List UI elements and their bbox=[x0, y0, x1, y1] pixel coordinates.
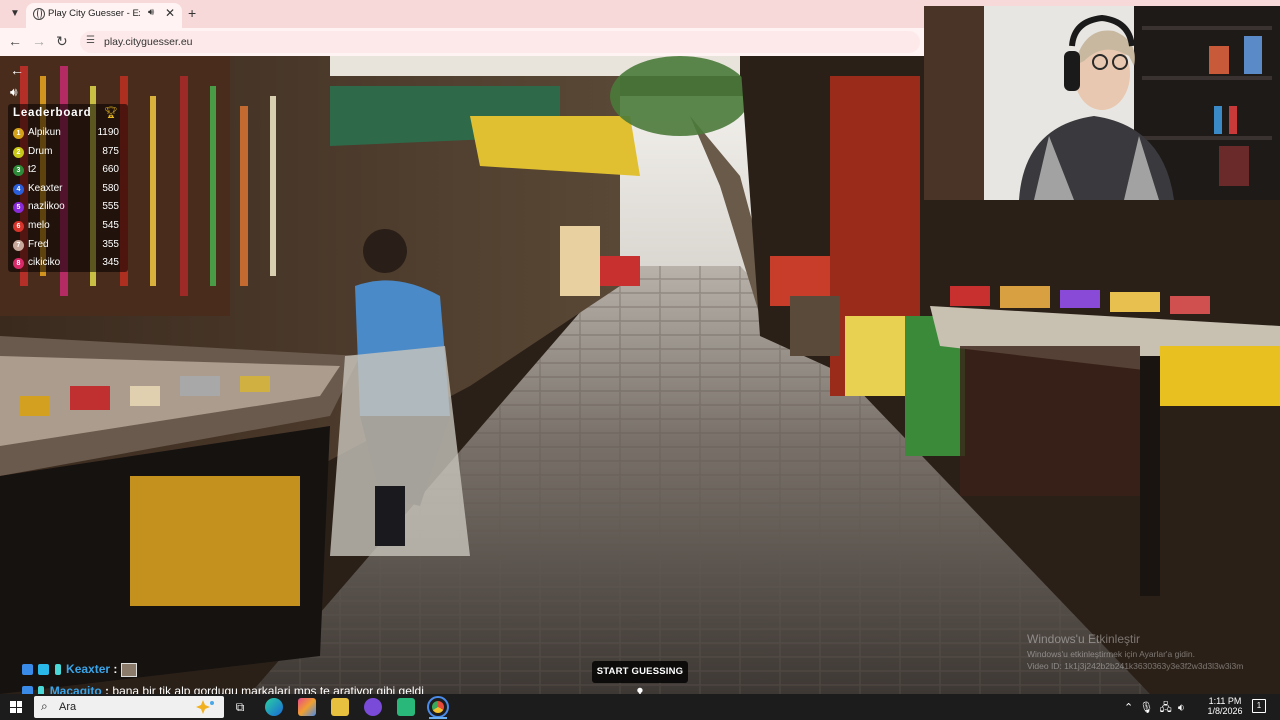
leaderboard-row: 5 nazlikoo 555 bbox=[8, 198, 128, 216]
rank-badge: 3 bbox=[13, 165, 24, 177]
rank-badge: 2 bbox=[13, 146, 24, 158]
player-name: nazlikoo bbox=[28, 201, 65, 213]
player-name: Drum bbox=[28, 145, 53, 157]
notification-icon[interactable]: 1 bbox=[1252, 699, 1266, 713]
streamer-webcam-image bbox=[924, 6, 1280, 200]
leaderboard-row: 6 melo 545 bbox=[8, 217, 128, 235]
badge-icon bbox=[22, 664, 33, 676]
player-score: 660 bbox=[102, 164, 119, 176]
taskbar: ⌕ Ara ⧉ ⌃ 🎙︎ 🖧︎ 🔉︎ 1:11 PM 1/8/2026 1 bbox=[0, 694, 1280, 720]
badge-icon bbox=[54, 664, 61, 676]
clock-date: 1/8/2026 bbox=[1207, 706, 1243, 716]
trophy-icon: 🏆︎ bbox=[104, 107, 118, 119]
file-explorer-icon[interactable] bbox=[331, 698, 349, 716]
forward-arrow-icon[interactable]: → bbox=[32, 33, 46, 49]
badge-icon bbox=[38, 664, 50, 676]
player-name: melo bbox=[28, 220, 50, 231]
player-name: cikiciko bbox=[28, 257, 61, 269]
player-score: 555 bbox=[102, 201, 119, 213]
reload-icon[interactable]: ↻ bbox=[56, 33, 68, 49]
notification-count: 1 bbox=[1256, 701, 1262, 710]
chevron-up-icon[interactable]: ⌃ bbox=[1124, 702, 1133, 714]
start-guessing-button[interactable]: START GUESSING 📍︎ bbox=[592, 661, 688, 699]
player-name: Keaxter bbox=[28, 182, 63, 194]
system-tray: ⌃ 🎙︎ 🖧︎ 🔉︎ bbox=[1124, 699, 1185, 718]
leaderboard-row: 3 t2 660 bbox=[8, 161, 128, 179]
site-info-icon[interactable]: ☰ bbox=[86, 35, 95, 46]
back-arrow-icon[interactable]: ← bbox=[10, 62, 28, 78]
emote-icon bbox=[120, 662, 137, 677]
leaderboard-row: 1 Alpikun 1190 bbox=[8, 124, 128, 142]
copilot-icon[interactable] bbox=[298, 698, 316, 716]
chat-line: Keaxter : bbox=[22, 662, 137, 678]
back-arrow-icon[interactable]: ← bbox=[8, 33, 22, 49]
tab-search-menu-icon[interactable]: ▼ bbox=[6, 5, 24, 23]
globe-icon bbox=[33, 8, 45, 20]
player-score: 580 bbox=[102, 182, 119, 194]
clock[interactable]: 1:11 PM 1/8/2026 bbox=[1206, 696, 1244, 716]
volume-icon[interactable]: 🔉︎ bbox=[1178, 702, 1185, 714]
watermark-subtitle: Windows'u etkinleştirmek için Ayarlar'a … bbox=[1027, 649, 1195, 659]
rank-badge: 1 bbox=[13, 128, 24, 139]
tab-title: Play City Guesser - Explore bbox=[48, 8, 140, 19]
browser-tab[interactable]: Play City Guesser - Explore 🔊︎ ✕ bbox=[26, 3, 182, 28]
chat-username: Keaxter bbox=[66, 662, 111, 676]
taskbar-search-box[interactable]: ⌕ Ara bbox=[34, 696, 224, 718]
app-icon[interactable] bbox=[397, 698, 415, 716]
search-highlight-icon bbox=[196, 700, 214, 714]
player-name: t2 bbox=[28, 164, 37, 176]
rank-badge: 7 bbox=[13, 239, 24, 251]
rank-badge: 5 bbox=[13, 202, 24, 214]
address-bar[interactable]: ☰ play.cityguesser.eu bbox=[80, 31, 920, 53]
taskbar-search-placeholder: Ara bbox=[59, 701, 77, 713]
app-icon[interactable] bbox=[364, 698, 382, 716]
leaderboard-panel: Leaderboard 🏆︎ 1 Alpikun 1190 2 Drum 875 3 t2 66… bbox=[8, 104, 128, 272]
webcam-overlay bbox=[924, 6, 1280, 200]
leaderboard-row: 2 Drum 875 bbox=[8, 143, 128, 161]
active-app-indicator bbox=[429, 717, 447, 719]
close-icon[interactable]: ✕ bbox=[165, 6, 175, 20]
player-name: Alpikun bbox=[28, 127, 61, 138]
player-name: Fred bbox=[28, 238, 49, 250]
activation-watermark: Windows'u Etkinleştir Windows'u etkinleş… bbox=[1027, 632, 1277, 671]
player-score: 1190 bbox=[97, 127, 119, 138]
leaderboard-title: Leaderboard bbox=[13, 107, 92, 119]
url-text: play.cityguesser.eu bbox=[104, 36, 193, 48]
watermark-video-id: Video ID: 1k1j3j242b2b241k3630363y3e3f2w… bbox=[1027, 661, 1244, 671]
player-score: 355 bbox=[102, 238, 119, 250]
watermark-title: Windows'u Etkinleştir bbox=[1027, 632, 1140, 646]
clock-time: 1:11 PM bbox=[1208, 696, 1242, 706]
leaderboard-row: 8 cikiciko 345 bbox=[8, 254, 128, 272]
plus-icon[interactable]: + bbox=[188, 5, 196, 21]
player-score: 345 bbox=[102, 257, 119, 269]
microphone-icon[interactable]: 🎙︎ bbox=[1139, 702, 1153, 714]
player-score: 545 bbox=[102, 220, 119, 231]
leaderboard-row: 4 Keaxter 580 bbox=[8, 180, 128, 198]
chrome-icon[interactable] bbox=[427, 696, 449, 718]
windows-start-icon[interactable] bbox=[10, 701, 22, 713]
speaker-icon[interactable]: 🔊︎ bbox=[148, 7, 154, 18]
player-score: 875 bbox=[102, 145, 119, 157]
start-guessing-label: START GUESSING bbox=[596, 666, 684, 677]
search-icon: ⌕ bbox=[41, 699, 48, 713]
speaker-icon[interactable]: 🔊︎ bbox=[10, 84, 28, 100]
network-icon[interactable]: 🖧︎ bbox=[1159, 702, 1171, 714]
rank-badge: 8 bbox=[13, 258, 24, 270]
leaderboard-row: 7 Fred 355 bbox=[8, 236, 128, 254]
task-view-icon[interactable]: ⧉ bbox=[231, 698, 249, 716]
edge-browser-icon[interactable] bbox=[265, 698, 283, 716]
rank-badge: 6 bbox=[13, 221, 24, 232]
rank-badge: 4 bbox=[13, 183, 24, 195]
chat-separator: : bbox=[113, 662, 118, 676]
